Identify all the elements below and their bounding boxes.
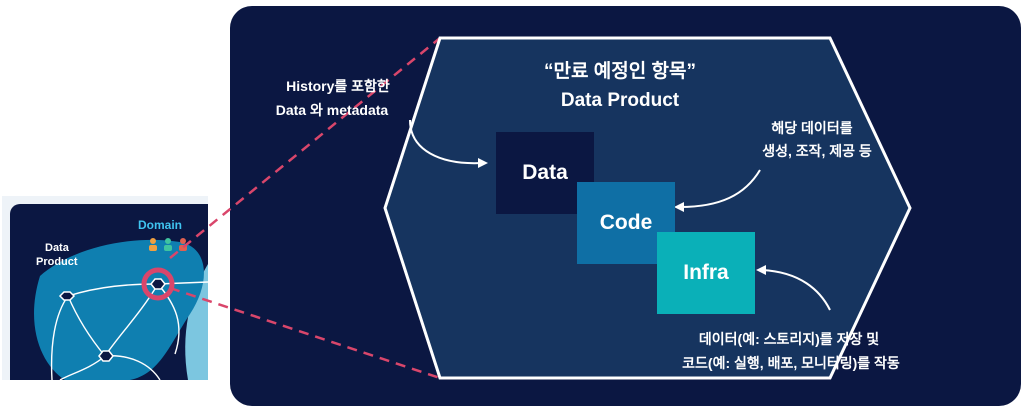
infra-annotation-line1: 데이터(예: 스토리지)를 저장 및	[698, 331, 880, 347]
connector-bottom	[169, 286, 441, 380]
hexagon-title-line2: Data Product	[560, 90, 680, 111]
code-annotation-line2: 생성, 조작, 제공 등	[762, 143, 872, 159]
code-annotation-line1: 해당 데이터를	[771, 120, 853, 136]
infra-annotation-line2: 코드(예: 실행, 배포, 모니터링)를 작동	[682, 355, 900, 371]
history-annotation-line1: History를 포함한	[286, 78, 390, 94]
history-annotation-line2: Data 와 metadata	[275, 102, 389, 118]
infra-box: Infra	[657, 232, 755, 314]
hexagon-title-line1: “만료 예정인 항목”	[544, 61, 696, 82]
